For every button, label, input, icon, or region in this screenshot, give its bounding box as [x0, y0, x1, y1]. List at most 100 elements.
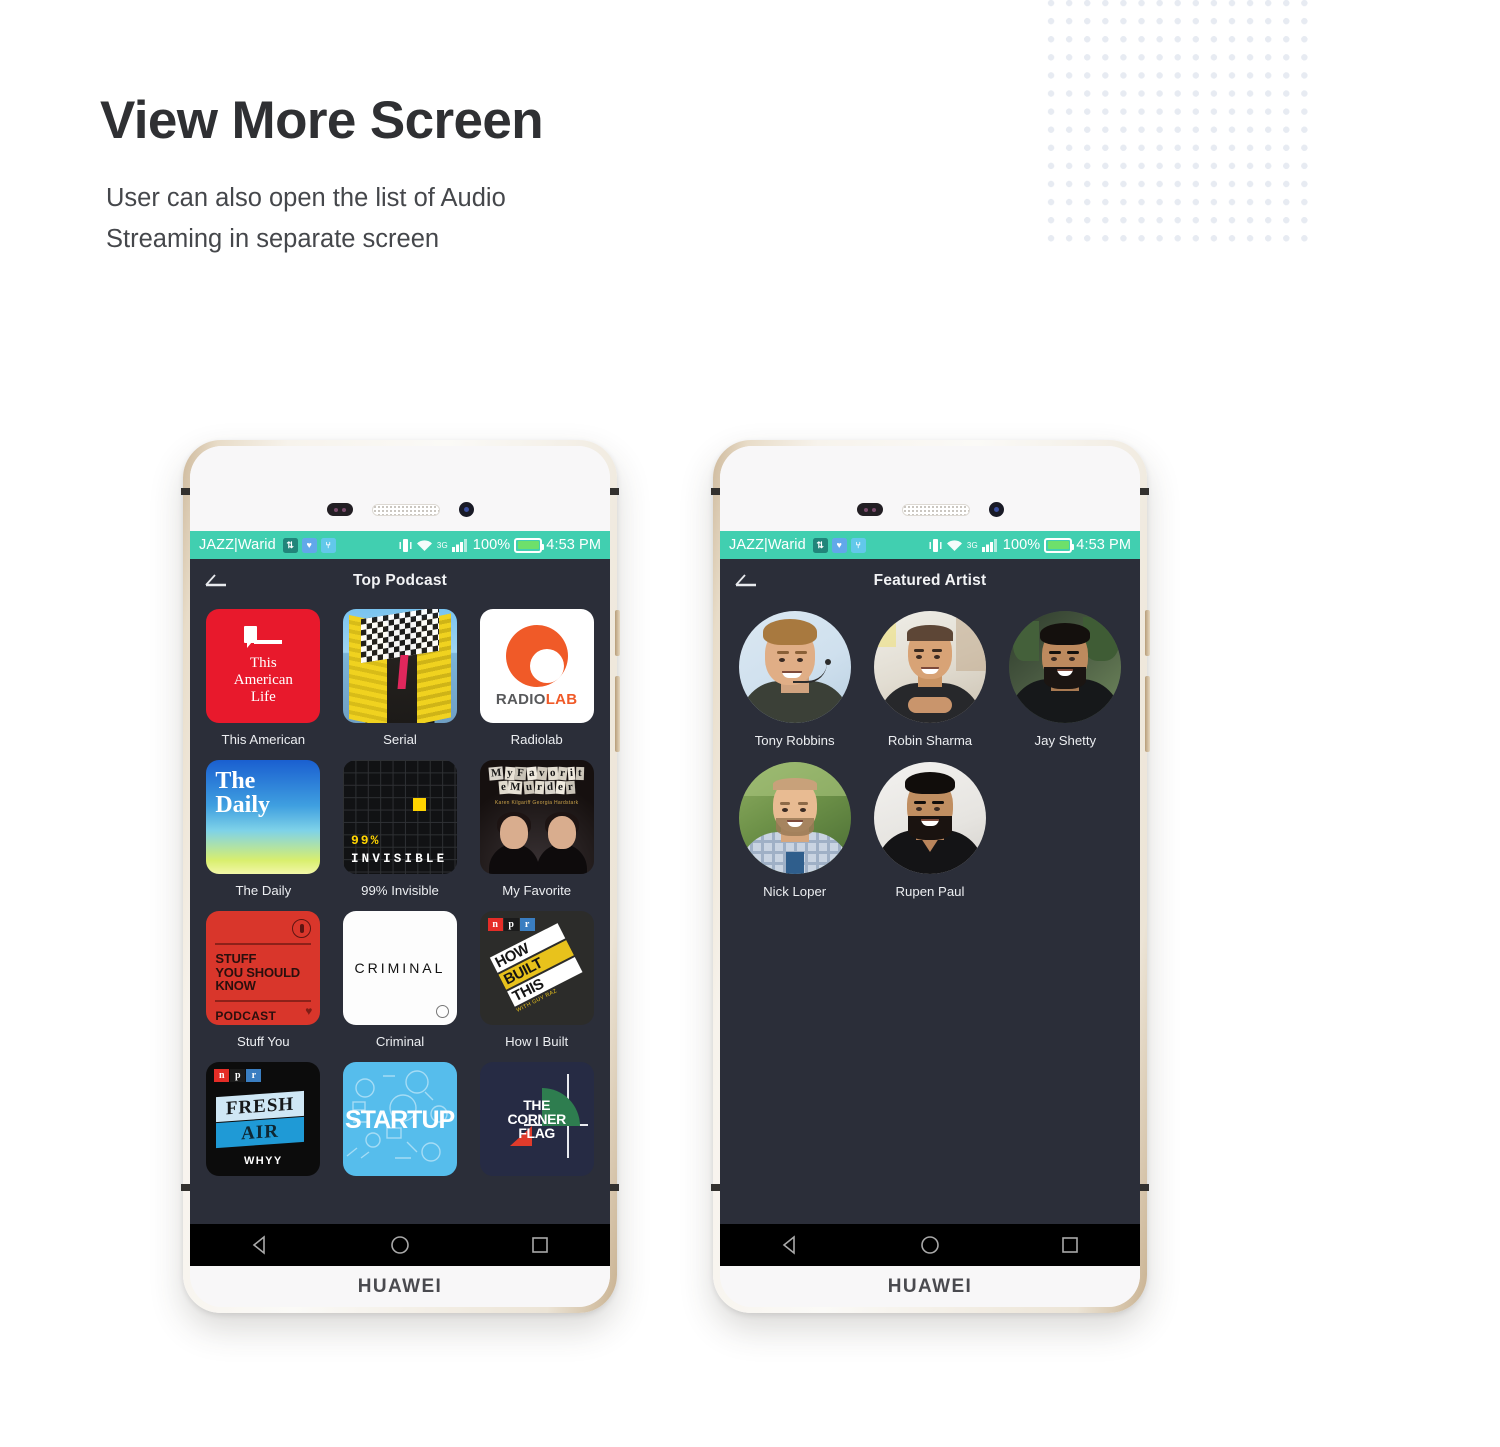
artwork-text: FLAG — [518, 1125, 555, 1141]
phone-device-left: JAZZ|Warid ⇅ ♥ ⑂ 3G 100% 4:53 PM Top Pod… — [181, 440, 620, 1313]
podcast-label: Stuff You — [237, 1034, 290, 1049]
podcast-label: Serial — [383, 732, 417, 747]
podcast-artwork-my-favorite-murder[interactable]: My Fa vo ri te Mu rd er Karen Kilgariff … — [479, 760, 594, 874]
carrier-label: JAZZ|Warid — [729, 537, 806, 553]
recents-square-icon[interactable] — [528, 1233, 552, 1257]
podcast-artwork-startup[interactable]: STARTUP — [342, 1062, 457, 1176]
proximity-sensor-icon — [856, 503, 883, 516]
podcast-item[interactable]: STUFF YOU SHOULD KNOW PODCAST ♥ Stuff Yo… — [198, 911, 329, 1062]
artwork-text: LAB — [545, 690, 578, 708]
artwork-text: CRIMINAL — [354, 960, 446, 976]
speech-bubble-icon — [244, 625, 283, 650]
podcast-artwork-99-invisible[interactable]: 99% INVISIBLE — [343, 760, 457, 874]
battery-icon — [1044, 537, 1075, 553]
artist-item[interactable]: Nick Loper — [730, 762, 859, 913]
phone-face: JAZZ|Warid ⇅ ♥ ⑂ 3G — [720, 446, 1140, 1307]
npr-logo-icon: npr — [487, 918, 535, 931]
podcast-item[interactable]: npr FRESH AIR WHYY — [198, 1062, 329, 1198]
artist-item[interactable]: Jay Shetty — [1001, 611, 1130, 762]
podcast-artwork-this-american-life[interactable]: This American Life — [206, 609, 321, 723]
avatar-nick-loper[interactable] — [738, 762, 851, 874]
artist-item[interactable]: Tony Robbins — [730, 611, 859, 762]
podcast-label: How I Built — [505, 1034, 569, 1049]
podcast-artwork-the-corner-flag[interactable]: THE CORNER FLAG — [479, 1062, 594, 1176]
power-button[interactable] — [1145, 676, 1150, 752]
artist-label: Rupen Paul — [895, 884, 965, 899]
artwork-text: CORNER — [507, 1111, 567, 1127]
decorative-dot-pattern — [1040, 0, 1312, 250]
podcast-item[interactable]: This American Life This American — [198, 609, 329, 760]
earpiece-speaker-icon — [371, 503, 440, 516]
podcast-item[interactable]: STARTUP — [335, 1062, 466, 1198]
podcast-item[interactable]: r RADIOLAB Radiolab — [471, 609, 602, 760]
app-bar-title: Featured Artist — [873, 572, 987, 589]
avatar-robin-sharma[interactable] — [873, 611, 986, 723]
avatar-tony-robbins[interactable] — [738, 611, 851, 723]
artwork-text: The — [215, 768, 256, 794]
podcast-artwork-criminal[interactable]: CRIMINAL — [342, 911, 457, 1025]
app-bar: Top Podcast — [190, 559, 610, 603]
antenna-mark — [711, 488, 720, 495]
artist-item[interactable]: Robin Sharma — [865, 611, 994, 762]
title-block: View More Screen User can also open the … — [100, 91, 544, 260]
podcast-item[interactable]: THE CORNER FLAG — [471, 1062, 602, 1198]
page-title: View More Screen — [100, 91, 544, 150]
podcast-artwork-how-i-built-this[interactable]: npr HOW BUILT THIS WITH GUY RAZ — [479, 911, 594, 1025]
antenna-mark — [610, 488, 619, 495]
home-circle-icon[interactable] — [918, 1233, 942, 1257]
podcast-item[interactable]: CRIMINAL Criminal — [335, 911, 466, 1062]
podcast-item[interactable]: npr HOW BUILT THIS WITH GUY RAZ How I Bu… — [471, 911, 602, 1062]
podcast-item[interactable]: My Fa vo ri te Mu rd er Karen Kilgariff … — [471, 760, 602, 911]
screen-featured-artist: JAZZ|Warid ⇅ ♥ ⑂ 3G 100% 4:53 PM Feature… — [720, 531, 1140, 1224]
recents-square-icon[interactable] — [1058, 1233, 1082, 1257]
artwork-text: WHYY — [244, 1155, 283, 1167]
podcast-label: 99% Invisible — [361, 883, 439, 898]
earpiece-speaker-icon — [901, 503, 970, 516]
volume-button[interactable] — [615, 610, 620, 656]
power-button[interactable] — [615, 676, 620, 752]
microphone-icon — [292, 919, 312, 938]
podcast-label: Criminal — [375, 1034, 425, 1049]
volume-button[interactable] — [1145, 610, 1150, 656]
back-arrow-icon[interactable] — [734, 573, 758, 589]
artwork-text: 99% — [350, 833, 381, 848]
podcast-artwork-stuff-you-should-know[interactable]: STUFF YOU SHOULD KNOW PODCAST ♥ — [206, 911, 321, 1025]
podcast-item[interactable]: 99% INVISIBLE 99% Invisible — [335, 760, 466, 911]
host-portrait — [488, 812, 540, 874]
artist-label: Nick Loper — [763, 884, 827, 899]
podcast-artwork-the-daily[interactable]: The Daily — [206, 760, 321, 874]
usb-icon: ⑂ — [320, 537, 336, 553]
antenna-mark — [610, 1184, 619, 1191]
podcast-artwork-serial[interactable] — [342, 609, 457, 723]
podcast-item[interactable]: The Daily The Daily — [198, 760, 329, 911]
app-bar: Featured Artist — [720, 559, 1140, 603]
back-arrow-icon[interactable] — [204, 573, 228, 589]
back-triangle-icon[interactable] — [778, 1233, 802, 1257]
back-triangle-icon[interactable] — [248, 1233, 272, 1257]
artwork-text: This — [249, 654, 277, 671]
podcast-label: Radiolab — [510, 732, 563, 747]
host-portrait — [536, 812, 588, 874]
antenna-mark — [1140, 488, 1149, 495]
radiolab-mark-icon: r — [505, 624, 568, 687]
avatar-rupen-paul[interactable] — [873, 762, 986, 874]
phone-top-bezel — [190, 446, 610, 531]
artist-item[interactable]: Rupen Paul — [865, 762, 994, 913]
podcast-item[interactable]: Serial — [335, 609, 466, 760]
usb-icon: ⑂ — [850, 537, 866, 553]
clock-label: 4:53 PM — [546, 537, 601, 553]
artwork-text: THE — [523, 1097, 551, 1113]
artwork-text: RADIO — [495, 690, 546, 708]
status-icons: ⇅ ♥ ⑂ — [282, 537, 336, 553]
podcast-artwork-radiolab[interactable]: r RADIOLAB — [479, 609, 594, 723]
wifi-icon — [416, 540, 432, 551]
podcast-label: This American — [221, 732, 306, 747]
app-icon: ♥ — [831, 537, 847, 553]
antenna-mark — [1140, 1184, 1149, 1191]
status-right: 3G 100% 4:53 PM — [399, 537, 601, 553]
data-transfer-icon: ⇅ — [812, 537, 828, 553]
home-circle-icon[interactable] — [388, 1233, 412, 1257]
clock-label: 4:53 PM — [1076, 537, 1131, 553]
avatar-jay-shetty[interactable] — [1009, 611, 1122, 723]
podcast-artwork-fresh-air[interactable]: npr FRESH AIR WHYY — [206, 1062, 321, 1176]
